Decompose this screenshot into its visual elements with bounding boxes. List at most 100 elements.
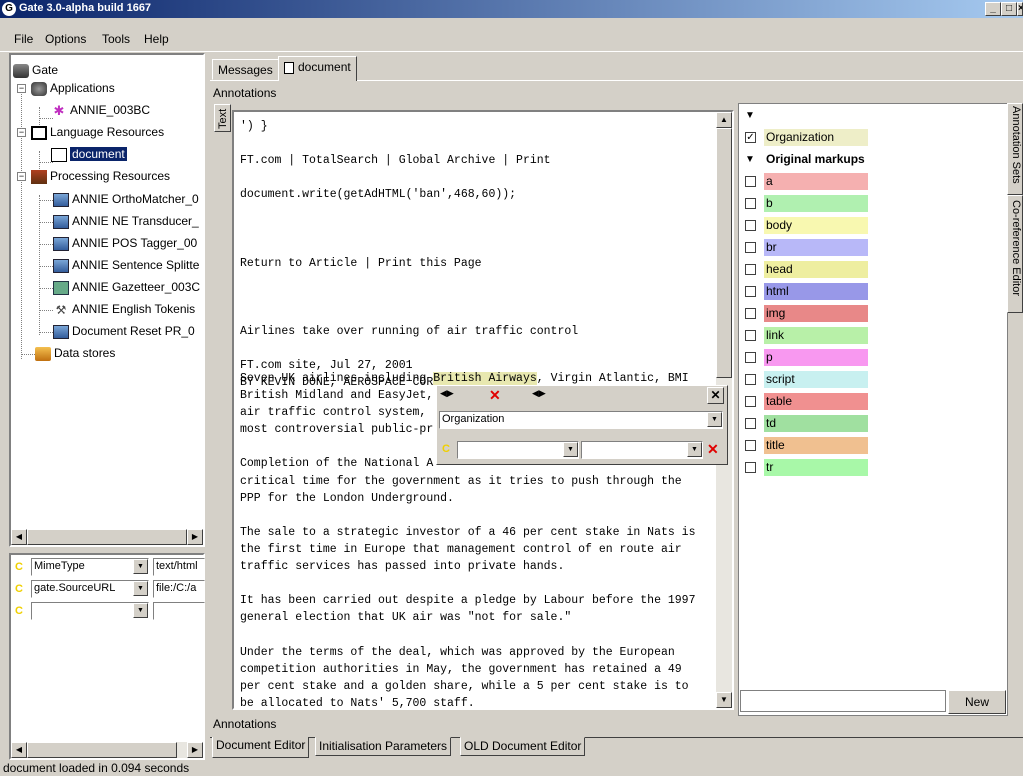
- tab-coreference-editor[interactable]: Co-reference Editor: [1007, 195, 1023, 313]
- tab-document[interactable]: document: [278, 56, 357, 81]
- tree-item-pr[interactable]: ⚒ ANNIE English Tokenis: [53, 300, 196, 318]
- feature-c-icon: C: [15, 605, 23, 617]
- extend-end-icon[interactable]: ◀▶: [532, 388, 546, 399]
- annotation-type-label: td: [764, 415, 868, 432]
- tab-old-document-editor[interactable]: OLD Document Editor: [460, 737, 586, 756]
- minimize-button[interactable]: _: [985, 2, 1001, 16]
- extend-start-icon[interactable]: ◀▶: [440, 388, 454, 399]
- annotation-highlight[interactable]: British Airways: [433, 372, 537, 385]
- feature-name-combo[interactable]: ▼: [31, 602, 149, 620]
- annotation-type-label: html: [764, 283, 868, 300]
- default-set-expander-icon[interactable]: ▼: [745, 110, 755, 121]
- annotation-type-label: br: [764, 239, 868, 256]
- menu-tools[interactable]: Tools: [102, 32, 130, 46]
- checkbox[interactable]: [745, 330, 756, 341]
- tab-initialisation-parameters[interactable]: Initialisation Parameters: [315, 737, 452, 756]
- chevron-down-icon[interactable]: ▼: [707, 412, 722, 427]
- chevron-down-icon[interactable]: ▼: [133, 581, 148, 596]
- tree-horizontal-scrollbar[interactable]: ◀ ▶: [11, 529, 203, 545]
- features-horizontal-scrollbar[interactable]: ◀ ▶: [11, 742, 203, 758]
- annotation-type-label: table: [764, 393, 868, 410]
- tree-item-pr[interactable]: ANNIE Sentence Splitte: [53, 256, 199, 274]
- tree-item-processing-resources[interactable]: Processing Resources: [31, 167, 170, 185]
- chevron-down-icon[interactable]: ▼: [563, 442, 578, 457]
- checkbox[interactable]: [745, 396, 756, 407]
- tree-item-pr[interactable]: ANNIE POS Tagger_00: [53, 234, 197, 252]
- language-resources-icon: [31, 125, 47, 140]
- feature-name-combo[interactable]: gate.SourceURL ▼: [31, 580, 149, 598]
- original-markups-expander-icon[interactable]: ▼: [745, 154, 755, 165]
- checkbox[interactable]: [745, 418, 756, 429]
- annotation-type-combo[interactable]: Organization ▼: [439, 411, 723, 429]
- menu-options[interactable]: Options: [45, 32, 86, 46]
- remove-feature-icon[interactable]: ✕: [707, 441, 719, 458]
- menu-help[interactable]: Help: [144, 32, 169, 46]
- popup-feature-value-combo[interactable]: ▼: [581, 441, 703, 459]
- processing-resource-icon: [53, 324, 69, 339]
- scroll-right-icon[interactable]: ▶: [187, 742, 203, 758]
- processing-resource-icon: [53, 236, 69, 251]
- annotation-type-label: b: [764, 195, 868, 212]
- tree-item-pr[interactable]: ANNIE Gazetteer_003C: [53, 278, 200, 296]
- annotations-bottom-label: Annotations: [213, 717, 277, 731]
- tree-item-language-resources[interactable]: Language Resources: [31, 123, 164, 141]
- scroll-right-icon[interactable]: ▶: [187, 529, 203, 545]
- checkbox[interactable]: [745, 220, 756, 231]
- collapse-processing-resources-icon[interactable]: −: [17, 172, 26, 181]
- checkbox[interactable]: [745, 352, 756, 363]
- tab-messages[interactable]: Messages: [212, 59, 279, 80]
- tree-item-pr[interactable]: ANNIE NE Transducer_: [53, 212, 199, 230]
- close-popup-icon[interactable]: ✕: [707, 387, 724, 404]
- processing-resource-icon: [53, 258, 69, 273]
- checkbox[interactable]: [745, 374, 756, 385]
- tree-item-document[interactable]: document: [51, 145, 127, 163]
- tree-root[interactable]: Gate: [13, 61, 58, 79]
- close-button[interactable]: ×: [1017, 2, 1023, 16]
- scroll-left-icon[interactable]: ◀: [11, 742, 27, 758]
- feature-value-field[interactable]: text/html: [153, 558, 205, 576]
- feature-value-field[interactable]: [153, 602, 205, 620]
- tree-item-pr[interactable]: Document Reset PR_0: [53, 322, 195, 340]
- feature-c-icon: C: [442, 443, 450, 455]
- scroll-thumb[interactable]: [27, 742, 177, 758]
- annotation-type-label: script: [764, 371, 868, 388]
- feature-value-field[interactable]: file:/C:/a: [153, 580, 205, 598]
- checkbox[interactable]: [745, 308, 756, 319]
- tree-item-data-stores[interactable]: Data stores: [35, 344, 115, 362]
- scroll-down-icon[interactable]: ▼: [716, 692, 732, 708]
- chevron-down-icon[interactable]: ▼: [687, 442, 702, 457]
- annotation-type-label: p: [764, 349, 868, 366]
- tab-document-editor[interactable]: Document Editor: [212, 737, 310, 758]
- menu-file[interactable]: File: [14, 32, 33, 46]
- maximize-button[interactable]: □: [1001, 2, 1017, 16]
- delete-annotation-icon[interactable]: ✕: [489, 387, 501, 404]
- resource-tree: Gate − Applications ✱ ANNIE_003BC − Langu…: [9, 53, 205, 547]
- checkbox[interactable]: [745, 176, 756, 187]
- text-side-tab[interactable]: Text: [214, 104, 231, 132]
- tree-item-annie-app[interactable]: ✱ ANNIE_003BC: [51, 101, 151, 119]
- scroll-up-icon[interactable]: ▲: [716, 112, 732, 128]
- checkbox[interactable]: [745, 286, 756, 297]
- new-set-button[interactable]: New: [948, 690, 1006, 714]
- feature-name-combo[interactable]: MimeType ▼: [31, 558, 149, 576]
- data-stores-icon: [35, 346, 51, 361]
- tree-item-applications[interactable]: Applications: [31, 79, 115, 97]
- chevron-down-icon[interactable]: ▼: [133, 559, 148, 574]
- checkbox[interactable]: [745, 264, 756, 275]
- checkbox[interactable]: [745, 198, 756, 209]
- new-set-name-input[interactable]: [740, 690, 946, 712]
- checkbox[interactable]: [745, 440, 756, 451]
- side-tabs: Annotation Sets Co-reference Editor: [1007, 103, 1023, 703]
- tree-item-pr[interactable]: ANNIE OrthoMatcher_0: [53, 190, 199, 208]
- tab-annotation-sets[interactable]: Annotation Sets: [1007, 103, 1023, 195]
- checkbox[interactable]: [745, 462, 756, 473]
- chevron-down-icon[interactable]: ▼: [133, 603, 148, 618]
- checkbox[interactable]: [745, 242, 756, 253]
- scroll-thumb[interactable]: [27, 529, 187, 545]
- scroll-thumb[interactable]: [716, 128, 732, 378]
- popup-feature-name-combo[interactable]: ▼: [457, 441, 579, 459]
- scroll-left-icon[interactable]: ◀: [11, 529, 27, 545]
- collapse-language-resources-icon[interactable]: −: [17, 128, 26, 137]
- collapse-applications-icon[interactable]: −: [17, 84, 26, 93]
- checkbox-checked[interactable]: ✓: [745, 132, 756, 143]
